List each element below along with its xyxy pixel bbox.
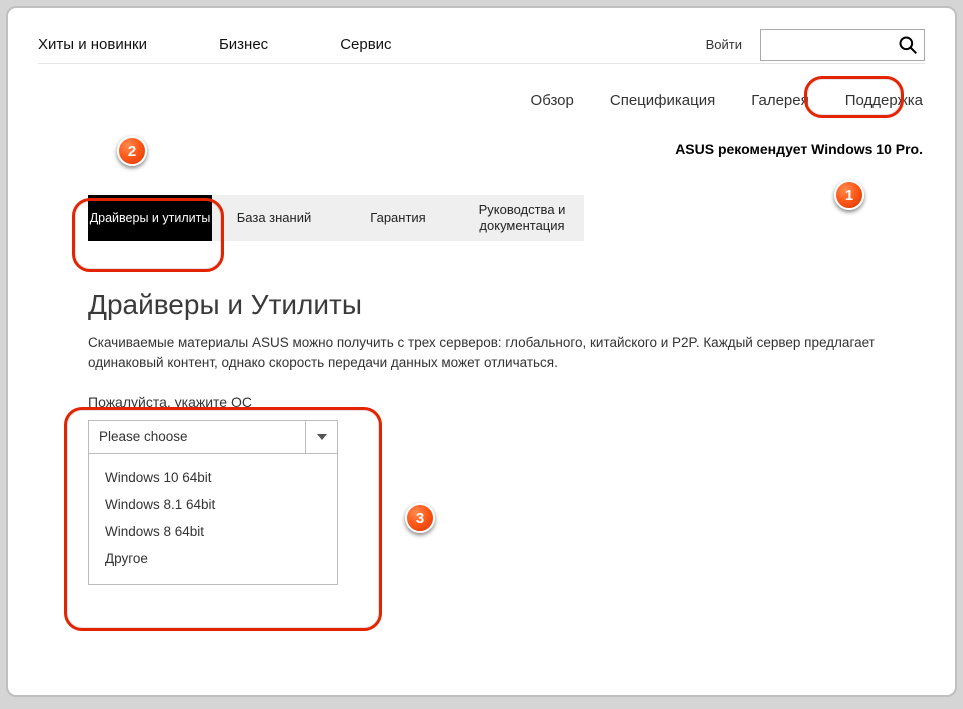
search-input[interactable] bbox=[769, 37, 898, 52]
tab-gallery[interactable]: Галерея bbox=[749, 88, 811, 113]
top-nav-item-business[interactable]: Бизнес bbox=[219, 36, 268, 53]
tab-warranty[interactable]: Гарантия bbox=[336, 195, 460, 241]
os-label: Пожалуйста, укажите ОС bbox=[88, 394, 388, 410]
tab-manuals[interactable]: Руководства и документация bbox=[460, 195, 584, 241]
os-combobox[interactable]: Please choose bbox=[88, 420, 338, 454]
recommend-text: ASUS рекомендует Windows 10 Pro. bbox=[38, 141, 925, 157]
search-icon bbox=[898, 35, 918, 55]
top-nav-item-service[interactable]: Сервис bbox=[340, 36, 391, 53]
top-nav: Хиты и новинки Бизнес Сервис Войти bbox=[38, 26, 925, 64]
tab-specification[interactable]: Спецификация bbox=[608, 88, 717, 113]
os-combobox-value: Please choose bbox=[89, 429, 305, 444]
tab-knowledge[interactable]: База знаний bbox=[212, 195, 336, 241]
tab-overview[interactable]: Обзор bbox=[529, 88, 576, 113]
page-title: Драйверы и Утилиты bbox=[88, 289, 925, 321]
login-link[interactable]: Войти bbox=[706, 37, 742, 52]
top-nav-item-hits[interactable]: Хиты и новинки bbox=[38, 36, 147, 53]
list-item[interactable]: Windows 8.1 64bit bbox=[89, 491, 337, 518]
section-desc: Скачиваемые материалы ASUS можно получит… bbox=[88, 333, 885, 374]
list-item[interactable]: Другое bbox=[89, 545, 337, 572]
tab-support[interactable]: Поддержка bbox=[843, 88, 925, 113]
support-tabs: Драйверы и утилиты База знаний Гарантия … bbox=[88, 195, 925, 241]
list-item[interactable]: Windows 10 64bit bbox=[89, 464, 337, 491]
search-box[interactable] bbox=[760, 29, 925, 61]
tab-drivers[interactable]: Драйверы и утилиты bbox=[88, 195, 212, 241]
badge-3: 3 bbox=[405, 503, 435, 533]
sub-nav: Обзор Спецификация Галерея Поддержка bbox=[38, 88, 925, 113]
os-selector: Пожалуйста, укажите ОС Please choose Win… bbox=[88, 394, 388, 585]
chevron-down-icon[interactable] bbox=[305, 421, 337, 453]
list-item[interactable]: Windows 8 64bit bbox=[89, 518, 337, 545]
os-options: Windows 10 64bit Windows 8.1 64bit Windo… bbox=[88, 454, 338, 585]
